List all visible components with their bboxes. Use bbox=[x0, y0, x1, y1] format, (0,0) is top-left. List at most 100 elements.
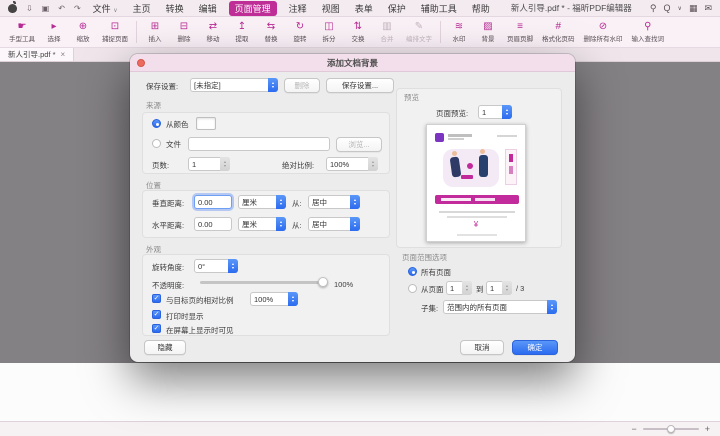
ribbon-zoom[interactable]: ⊕缩放 bbox=[70, 20, 96, 44]
document-tab[interactable]: 新人引导.pdf * × bbox=[0, 48, 74, 61]
browse-button[interactable]: 浏览... bbox=[336, 137, 382, 152]
from-color-radio[interactable] bbox=[152, 119, 161, 128]
menu-page-management[interactable]: 页面管理 bbox=[229, 1, 277, 16]
save-setting-button[interactable]: 保存设置... bbox=[326, 78, 394, 93]
ribbon-enter-search-term[interactable]: ⚲输入查找词 bbox=[629, 20, 668, 44]
vertical-unit-dropdown[interactable]: 厘米 bbox=[238, 195, 286, 209]
preview-side-mark bbox=[509, 154, 513, 162]
stepper-arrows-icon bbox=[220, 157, 230, 171]
enter-search-term-icon: ⚲ bbox=[644, 21, 651, 32]
dropdown-arrows-icon bbox=[268, 78, 278, 92]
ribbon-swap[interactable]: ⇅交换 bbox=[345, 20, 371, 44]
apple-menu-icon[interactable] bbox=[8, 4, 17, 13]
document-page-background bbox=[0, 363, 720, 421]
relative-scale-checkbox[interactable]: ✓ bbox=[152, 294, 161, 303]
menu-home[interactable]: 主页 bbox=[130, 1, 154, 16]
color-swatch[interactable] bbox=[196, 117, 216, 130]
ribbon-snapshot[interactable]: ⊡捕捉页面 bbox=[99, 20, 131, 44]
opacity-slider[interactable] bbox=[200, 276, 328, 288]
cancel-button[interactable]: 取消 bbox=[460, 340, 504, 355]
zoom-out-icon[interactable]: − bbox=[631, 425, 636, 434]
menu-file[interactable]: 文件 ∨ bbox=[90, 1, 121, 16]
ribbon-select[interactable]: ▸选择 bbox=[41, 20, 67, 44]
ribbon-move[interactable]: ⇄移动 bbox=[200, 20, 226, 44]
menu-comment[interactable]: 注释 bbox=[286, 1, 310, 16]
tab-close-icon[interactable]: × bbox=[61, 50, 66, 59]
horizontal-unit-dropdown[interactable]: 厘米 bbox=[238, 217, 286, 231]
ribbon-format-page-number[interactable]: #格式化页码 bbox=[539, 20, 578, 44]
relative-scale-label: 与目标页的相对比例 bbox=[166, 295, 234, 306]
vertical-anchor-dropdown[interactable]: 居中 bbox=[308, 195, 360, 209]
grid-icon[interactable]: ▦ bbox=[689, 3, 698, 14]
add-document-background-dialog: 添加文档背景 保存设置: [未指定] 删除 保存设置... 来源 从颜色 文件 … bbox=[130, 54, 575, 362]
horizontal-distance-input[interactable]: 0.00 bbox=[194, 217, 232, 231]
chevron-down-icon[interactable]: ∨ bbox=[678, 5, 682, 12]
input-source-indicator[interactable]: Q bbox=[664, 3, 671, 13]
page-preview-stepper[interactable]: 1 bbox=[478, 105, 512, 119]
move-page-icon: ⇄ bbox=[209, 21, 217, 32]
ribbon-header-footer[interactable]: ≡页眉页脚 bbox=[504, 20, 536, 44]
zoom-slider-knob[interactable] bbox=[667, 425, 675, 433]
show-on-screen-checkbox[interactable]: ✓ bbox=[152, 324, 161, 333]
undo-icon[interactable]: ↶ bbox=[58, 4, 65, 13]
file-radio[interactable] bbox=[152, 139, 161, 148]
rotation-angle-stepper[interactable]: 0° bbox=[194, 259, 238, 273]
search-icon[interactable]: ⚲ bbox=[650, 3, 657, 14]
ribbon-extract[interactable]: ↥提取 bbox=[229, 20, 255, 44]
redo-icon[interactable]: ↷ bbox=[74, 4, 81, 13]
show-on-print-checkbox[interactable]: ✓ bbox=[152, 310, 161, 319]
save-settings-dropdown[interactable]: [未指定] bbox=[190, 78, 278, 92]
ribbon-rotate[interactable]: ↻旋转 bbox=[287, 20, 313, 44]
ribbon-merge[interactable]: ▥合并 bbox=[374, 20, 400, 44]
opacity-slider-knob[interactable] bbox=[318, 277, 328, 287]
print-icon[interactable]: ▣ bbox=[42, 4, 50, 13]
menu-edit[interactable]: 编辑 bbox=[196, 1, 220, 16]
zoom-slider[interactable] bbox=[643, 424, 699, 434]
ok-button[interactable]: 确定 bbox=[512, 340, 558, 355]
delete-setting-button[interactable]: 删除 bbox=[284, 78, 320, 93]
preview-logo bbox=[435, 133, 444, 142]
from-page-stepper[interactable]: 1 bbox=[446, 281, 472, 295]
source-section-title: 来源 bbox=[146, 100, 161, 111]
ribbon-split[interactable]: ◫拆分 bbox=[316, 20, 342, 44]
zoom-in-icon[interactable]: + bbox=[705, 425, 710, 434]
file-path-input[interactable] bbox=[188, 137, 330, 151]
to-page-value: 1 bbox=[487, 284, 502, 293]
absolute-scale-stepper[interactable]: 100% bbox=[326, 157, 378, 171]
horizontal-anchor-dropdown[interactable]: 居中 bbox=[308, 217, 360, 231]
ribbon-background[interactable]: ▨背景 bbox=[475, 20, 501, 44]
hide-button[interactable]: 隐藏 bbox=[144, 340, 186, 355]
ribbon-edit-text[interactable]: ✎编排文字 bbox=[403, 20, 435, 44]
preview-text-line bbox=[457, 234, 497, 236]
ribbon-merge-label: 合并 bbox=[381, 33, 394, 43]
menu-protect[interactable]: 保护 bbox=[385, 1, 409, 16]
ribbon-swap-label: 交换 bbox=[352, 33, 365, 43]
relative-scale-stepper[interactable]: 100% bbox=[250, 292, 298, 306]
menu-accessibility-tools[interactable]: 辅助工具 bbox=[418, 1, 460, 16]
all-pages-label: 所有页面 bbox=[421, 267, 451, 278]
from-page-radio[interactable] bbox=[408, 284, 417, 293]
ribbon-edit-text-label: 编排文字 bbox=[406, 33, 432, 43]
pages-stepper[interactable]: 1 bbox=[188, 157, 230, 171]
menu-convert[interactable]: 转换 bbox=[163, 1, 187, 16]
ribbon-delete[interactable]: ⊟删除 bbox=[171, 20, 197, 44]
preview-text-line bbox=[497, 135, 517, 137]
ribbon-hand-tool[interactable]: ☛手型工具 bbox=[6, 20, 38, 44]
ribbon-remove-all-watermarks[interactable]: ⊘删除所有水印 bbox=[581, 20, 626, 44]
ribbon-watermark[interactable]: ≋水印 bbox=[446, 20, 472, 44]
vertical-distance-input[interactable]: 0.00 bbox=[194, 195, 232, 209]
from-page-label: 从页面 bbox=[421, 284, 444, 295]
menu-form[interactable]: 表单 bbox=[352, 1, 376, 16]
chevron-down-icon: ∨ bbox=[113, 8, 117, 14]
ribbon-insert[interactable]: ⊞插入 bbox=[142, 20, 168, 44]
subset-dropdown[interactable]: 范围内的所有页面 bbox=[443, 300, 557, 314]
save-icon[interactable]: ⇩ bbox=[26, 4, 33, 13]
mail-icon[interactable]: ✉ bbox=[704, 3, 712, 14]
ribbon-replace[interactable]: ⇆替换 bbox=[258, 20, 284, 44]
menu-view[interactable]: 视图 bbox=[319, 1, 343, 16]
ribbon-rotate-label: 旋转 bbox=[294, 33, 307, 43]
menu-help[interactable]: 帮助 bbox=[469, 1, 493, 16]
all-pages-radio[interactable] bbox=[408, 267, 417, 276]
to-page-stepper[interactable]: 1 bbox=[486, 281, 512, 295]
dialog-close-button[interactable] bbox=[137, 59, 145, 67]
